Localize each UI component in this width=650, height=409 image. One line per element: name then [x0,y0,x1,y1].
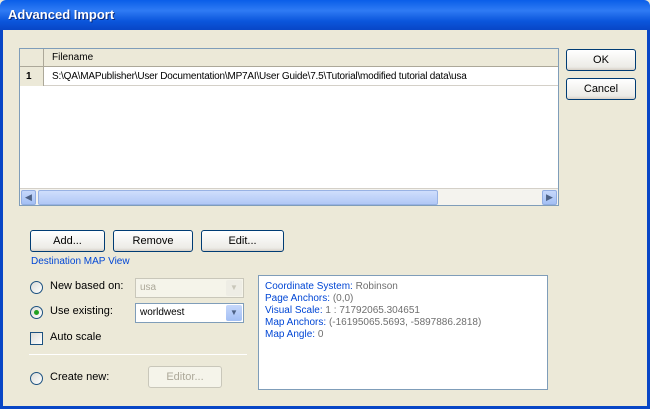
map-angle-value: 0 [317,329,324,340]
use-existing-select[interactable]: worldwest ▼ [135,303,244,323]
new-based-on-value: usa [140,282,157,293]
page-anchors-key: Page Anchors: [265,293,331,304]
horizontal-scrollbar[interactable]: ◀ ▶ [20,188,558,205]
scrollbar-thumb[interactable] [38,190,438,205]
editor-button[interactable]: Editor... [148,366,222,388]
map-angle-key: Map Angle: [265,329,316,340]
remove-button[interactable]: Remove [113,230,193,252]
scroll-left-arrow-icon[interactable]: ◀ [21,190,36,205]
destination-group-label: Destination MAP View [29,256,132,267]
create-new-label: Create new: [50,371,110,383]
filename-cell[interactable]: S:\QA\MAPublisher\User Documentation\MP7… [52,71,556,82]
use-existing-radio[interactable] [30,306,43,319]
window-title: Advanced Import [8,7,115,22]
use-existing-label: Use existing: [50,305,113,317]
page-anchors-value: (0,0) [332,293,354,304]
chevron-down-icon[interactable]: ▼ [226,305,242,321]
chevron-down-icon[interactable]: ▼ [226,280,242,296]
edit-button[interactable]: Edit... [201,230,284,252]
new-based-on-radio[interactable] [30,281,43,294]
title-bar[interactable]: Advanced Import [0,0,650,30]
group-separator [29,354,247,355]
coordinate-system-key: Coordinate System: [265,281,353,292]
filename-column-header[interactable]: Filename [52,52,93,63]
row-number[interactable]: 1 [20,67,44,86]
ok-button[interactable]: OK [566,49,636,71]
auto-scale-label: Auto scale [50,331,102,343]
add-button[interactable]: Add... [30,230,105,252]
use-existing-value: worldwest [140,307,185,318]
coordinate-system-value: Robinson [355,281,398,292]
grid-header: Filename [20,49,558,67]
scroll-right-arrow-icon[interactable]: ▶ [542,190,557,205]
cancel-button[interactable]: Cancel [566,78,636,100]
new-based-on-label: New based on: [50,280,124,292]
new-based-on-select[interactable]: usa ▼ [135,278,244,298]
map-anchors-value: (-16195065.5693, -5897886.2818) [328,317,482,328]
create-new-radio[interactable] [30,372,43,385]
visual-scale-key: Visual Scale: [265,305,323,316]
map-anchors-key: Map Anchors: [265,317,327,328]
visual-scale-value: 1 : 71792065.304651 [325,305,420,316]
table-row[interactable]: 1 S:\QA\MAPublisher\User Documentation\M… [20,67,558,86]
file-grid[interactable]: Filename 1 S:\QA\MAPublisher\User Docume… [19,48,559,206]
auto-scale-checkbox[interactable] [30,332,43,345]
map-view-info-box: Coordinate System: Robinson Page Anchors… [258,275,548,390]
grid-corner-cell [20,49,44,67]
